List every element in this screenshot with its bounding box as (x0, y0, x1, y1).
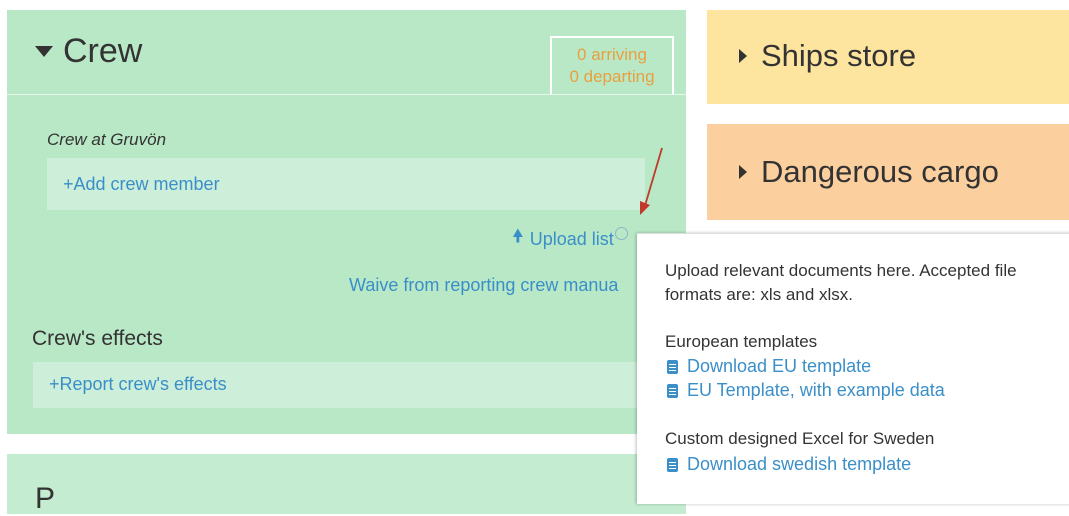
dangerous-cargo-title[interactable]: Dangerous cargo (739, 154, 999, 190)
next-panel-title: P (35, 482, 56, 515)
crew-title-label: Crew (63, 32, 143, 70)
ships-store-label: Ships store (761, 38, 917, 73)
report-crews-effects-button[interactable]: +Report crew's effects (33, 362, 645, 408)
add-crew-member-button[interactable]: +Add crew member (47, 158, 645, 210)
help-icon[interactable] (614, 226, 628, 240)
add-crew-member-label: +Add crew member (63, 174, 220, 194)
download-eu-template-label: Download EU template (687, 356, 872, 376)
eu-templates-heading: European templates (665, 332, 818, 351)
upload-arrow-icon: 🠝 (512, 226, 524, 246)
download-swedish-template-link[interactable]: Download swedish template (667, 454, 911, 475)
dangerous-cargo-panel[interactable]: Dangerous cargo (707, 124, 1069, 220)
dangerous-cargo-label: Dangerous cargo (761, 154, 999, 189)
document-icon (667, 383, 678, 398)
eu-template-example-label: EU Template, with example data (687, 380, 945, 400)
ships-store-title[interactable]: Ships store (739, 38, 916, 74)
annotation-arrow-icon (640, 147, 663, 215)
next-panel[interactable]: P (7, 454, 686, 515)
tooltip-description: Upload relevant documents here. Accepted… (665, 261, 1017, 304)
crew-header[interactable]: Crew 0 arriving 0 departing (7, 10, 686, 95)
download-eu-template-link[interactable]: Download EU template (667, 356, 871, 377)
document-icon (667, 457, 678, 472)
eu-template-example-link[interactable]: EU Template, with example data (667, 380, 945, 401)
arrival-departure-tab[interactable]: 0 arriving 0 departing (550, 36, 674, 94)
report-crews-effects-label: +Report crew's effects (49, 374, 227, 394)
chevron-right-icon (739, 49, 747, 63)
upload-list-label: Upload list (529, 228, 614, 249)
crews-effects-heading: Crew's effects (32, 327, 163, 350)
document-icon (667, 359, 678, 374)
departing-count: 0 departing (569, 67, 655, 86)
chevron-right-icon (739, 165, 747, 179)
sweden-templates-heading: Custom designed Excel for Sweden (665, 429, 935, 448)
chevron-down-icon (35, 46, 53, 57)
crew-title[interactable]: Crew (35, 32, 142, 71)
download-swedish-template-label: Download swedish template (687, 454, 912, 474)
crew-panel: Crew 0 arriving 0 departing Crew at Gruv… (7, 10, 686, 434)
upload-help-tooltip: Upload relevant documents here. Accepted… (637, 233, 1069, 504)
ships-store-panel[interactable]: Ships store (707, 10, 1069, 104)
crew-location-label: Crew at Gruvön (47, 130, 167, 149)
arriving-count: 0 arriving (577, 45, 647, 64)
upload-list-link[interactable]: 🠝 Upload list (512, 224, 628, 254)
waive-reporting-link[interactable]: Waive from reporting crew manua (349, 275, 618, 296)
